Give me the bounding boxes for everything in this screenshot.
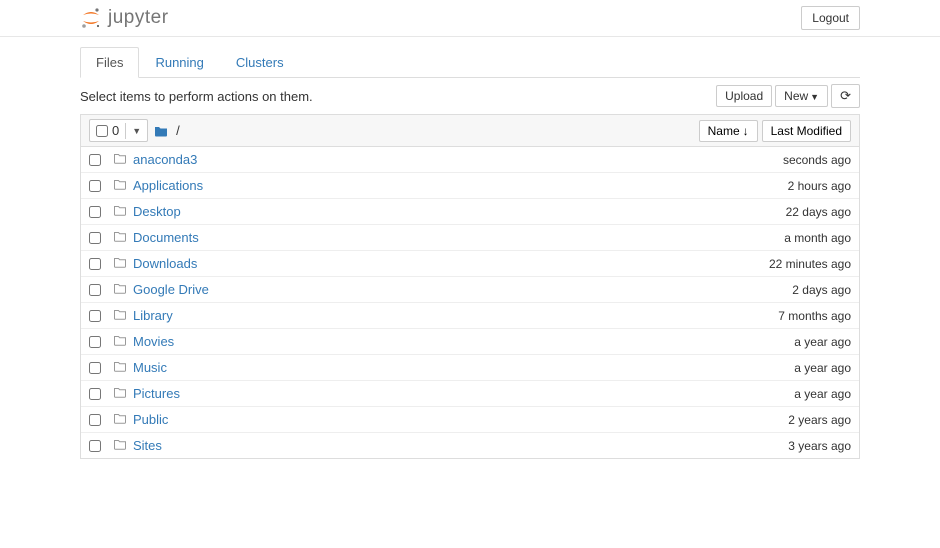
folder-outline-icon	[113, 256, 127, 271]
tab-files[interactable]: Files	[80, 47, 139, 78]
file-modified: a year ago	[794, 361, 851, 375]
folder-outline-icon	[113, 282, 127, 297]
tab-clusters[interactable]: Clusters	[220, 47, 300, 78]
file-modified: 22 minutes ago	[769, 257, 851, 271]
file-modified: 2 hours ago	[788, 179, 851, 193]
file-checkbox[interactable]	[89, 414, 101, 426]
file-checkbox[interactable]	[89, 310, 101, 322]
tab-bar: FilesRunningClusters	[80, 47, 860, 78]
file-checkbox[interactable]	[89, 336, 101, 348]
file-checkbox[interactable]	[89, 180, 101, 192]
list-header: 0 ▼ / Name ↓ Last Modified	[80, 114, 860, 147]
action-toolbar: Select items to perform actions on them.…	[80, 78, 860, 114]
file-link[interactable]: Applications	[133, 178, 788, 193]
upload-button[interactable]: Upload	[716, 85, 772, 107]
sort-modified-button[interactable]: Last Modified	[762, 120, 851, 142]
select-all-group: 0 ▼	[89, 119, 148, 142]
file-checkbox[interactable]	[89, 154, 101, 166]
folder-outline-icon	[113, 386, 127, 401]
file-row: Picturesa year ago	[81, 380, 859, 406]
file-modified: 7 months ago	[778, 309, 851, 323]
file-row: Moviesa year ago	[81, 328, 859, 354]
file-link[interactable]: Public	[133, 412, 788, 427]
brand-text: jupyter	[108, 7, 169, 29]
file-modified: a year ago	[794, 335, 851, 349]
file-link[interactable]: Documents	[133, 230, 784, 245]
file-link[interactable]: Movies	[133, 334, 794, 349]
jupyter-logo[interactable]: jupyter	[80, 7, 169, 29]
folder-outline-icon	[113, 308, 127, 323]
breadcrumb-separator: /	[176, 123, 180, 138]
file-modified: seconds ago	[783, 153, 851, 167]
file-modified: 3 years ago	[788, 439, 851, 453]
file-modified: a year ago	[794, 387, 851, 401]
folder-outline-icon	[113, 178, 127, 193]
file-row: Library7 months ago	[81, 302, 859, 328]
file-link[interactable]: Desktop	[133, 204, 786, 219]
header-bar: jupyter Logout	[0, 0, 940, 37]
jupyter-icon	[80, 7, 102, 29]
folder-outline-icon	[113, 438, 127, 453]
file-modified: a month ago	[784, 231, 851, 245]
folder-outline-icon	[113, 360, 127, 375]
file-link[interactable]: Library	[133, 308, 778, 323]
file-checkbox[interactable]	[89, 232, 101, 244]
file-row: Sites3 years ago	[81, 432, 859, 458]
arrow-down-icon: ↓	[743, 124, 749, 138]
sort-name-label: Name	[708, 124, 740, 138]
folder-outline-icon	[113, 204, 127, 219]
file-list: anaconda3seconds agoApplications2 hours …	[80, 147, 860, 459]
file-row: Public2 years ago	[81, 406, 859, 432]
file-link[interactable]: anaconda3	[133, 152, 783, 167]
file-row: Google Drive2 days ago	[81, 276, 859, 302]
folder-outline-icon	[113, 152, 127, 167]
breadcrumb-root[interactable]	[152, 125, 170, 137]
select-hint: Select items to perform actions on them.	[80, 89, 313, 104]
file-modified: 2 days ago	[792, 283, 851, 297]
file-row: Downloads22 minutes ago	[81, 250, 859, 276]
folder-icon	[154, 125, 168, 137]
chevron-down-icon: ▼	[810, 92, 819, 102]
file-link[interactable]: Google Drive	[133, 282, 792, 297]
refresh-icon: ⟳	[840, 88, 851, 103]
logout-button[interactable]: Logout	[801, 6, 860, 30]
selected-count: 0	[112, 123, 119, 138]
file-link[interactable]: Pictures	[133, 386, 794, 401]
file-row: Desktop22 days ago	[81, 198, 859, 224]
file-link[interactable]: Sites	[133, 438, 788, 453]
file-checkbox[interactable]	[89, 284, 101, 296]
tab-running[interactable]: Running	[139, 47, 219, 78]
file-row: Documentsa month ago	[81, 224, 859, 250]
file-row: anaconda3seconds ago	[81, 147, 859, 172]
file-link[interactable]: Music	[133, 360, 794, 375]
select-dropdown[interactable]: ▼	[125, 123, 147, 139]
folder-outline-icon	[113, 230, 127, 245]
folder-outline-icon	[113, 334, 127, 349]
file-checkbox[interactable]	[89, 388, 101, 400]
file-checkbox[interactable]	[89, 258, 101, 270]
file-modified: 2 years ago	[788, 413, 851, 427]
refresh-button[interactable]: ⟳	[831, 84, 860, 108]
file-checkbox[interactable]	[89, 206, 101, 218]
file-checkbox[interactable]	[89, 440, 101, 452]
new-label: New	[784, 89, 808, 103]
file-checkbox[interactable]	[89, 362, 101, 374]
file-modified: 22 days ago	[786, 205, 851, 219]
new-button[interactable]: New▼	[775, 85, 828, 107]
file-row: Applications2 hours ago	[81, 172, 859, 198]
select-all-checkbox[interactable]	[96, 125, 108, 137]
file-row: Musica year ago	[81, 354, 859, 380]
file-link[interactable]: Downloads	[133, 256, 769, 271]
sort-name-button[interactable]: Name ↓	[699, 120, 758, 142]
folder-outline-icon	[113, 412, 127, 427]
